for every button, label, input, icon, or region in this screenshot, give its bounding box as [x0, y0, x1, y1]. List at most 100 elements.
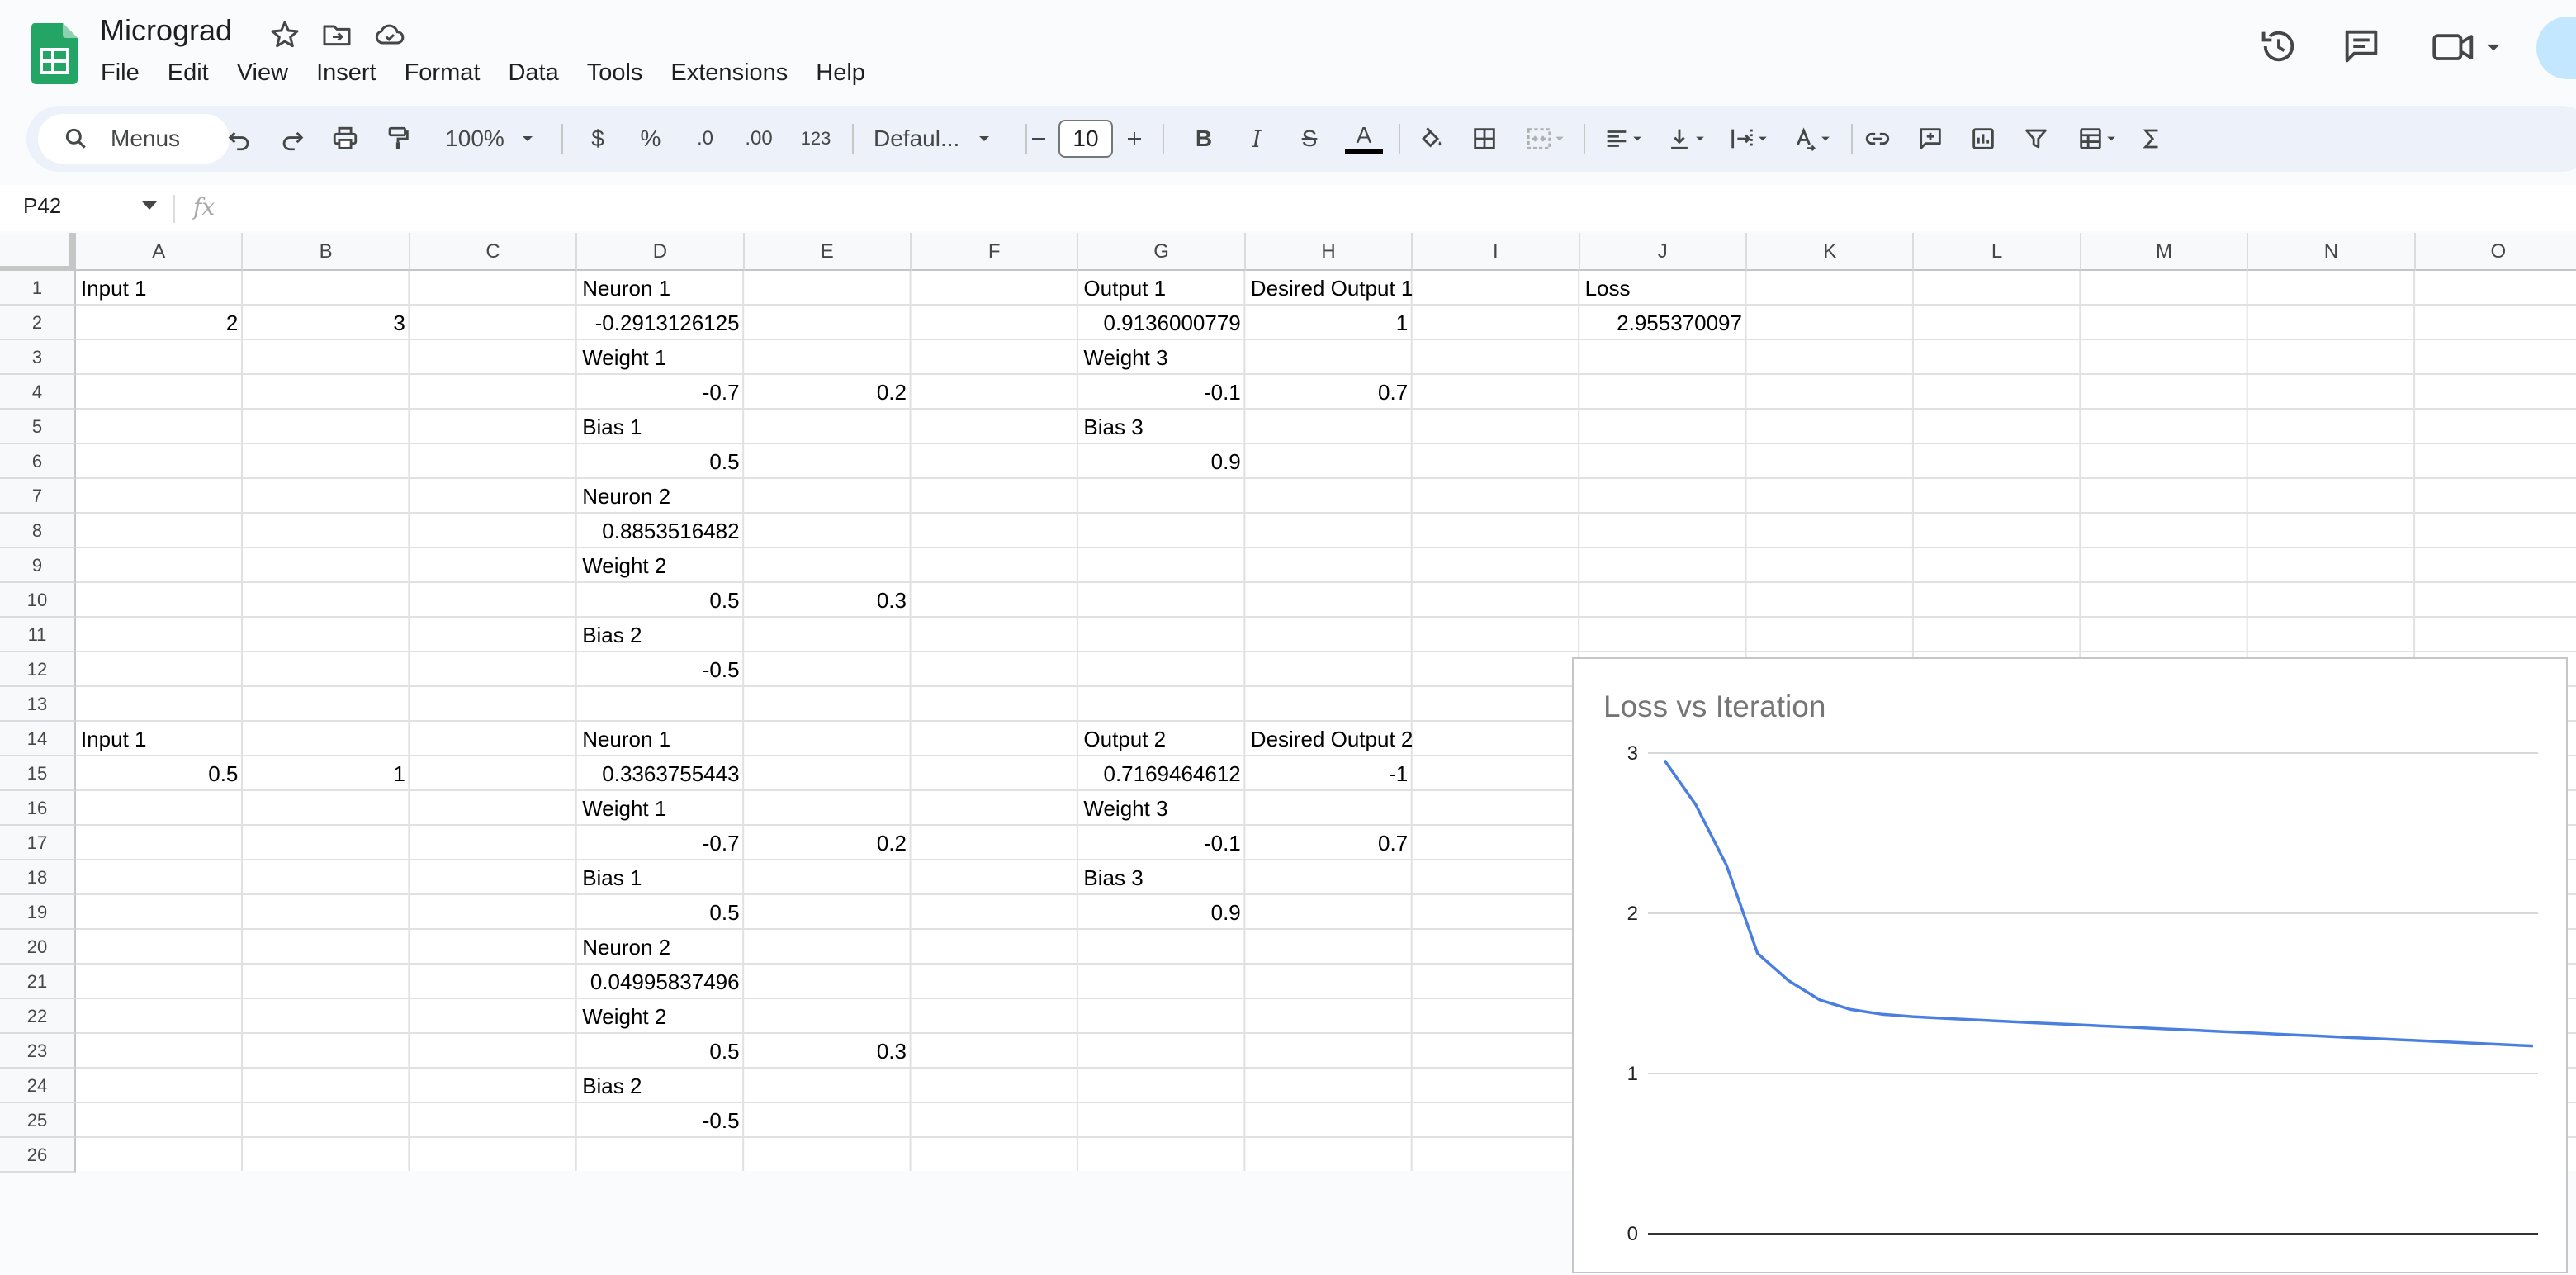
decrease-decimal-button[interactable]: .0 [684, 121, 727, 157]
cell-a1[interactable]: Input 1 [76, 271, 152, 306]
strikethrough-button[interactable]: S [1291, 121, 1328, 157]
number-format-button[interactable]: 123 [791, 121, 841, 157]
cell-j2[interactable]: 2.955370097 [1580, 306, 1747, 340]
cell-d25[interactable]: -0.5 [577, 1103, 744, 1138]
menu-insert[interactable]: Insert [302, 55, 391, 92]
currency-format-button[interactable]: $ [580, 121, 616, 157]
column-header-m[interactable]: M [2081, 233, 2249, 271]
vertical-align-button[interactable] [1658, 121, 1714, 157]
cell-d22[interactable]: Weight 2 [577, 999, 671, 1034]
cell-d16[interactable]: Weight 1 [577, 791, 671, 826]
cell-d3[interactable]: Weight 1 [577, 340, 671, 375]
meet-video-icon[interactable] [2431, 25, 2505, 68]
column-header-f[interactable]: F [912, 233, 1079, 271]
cell-d5[interactable]: Bias 1 [577, 410, 646, 444]
cell-d14[interactable]: Neuron 1 [577, 722, 675, 756]
decrease-font-size-button[interactable] [1025, 121, 1052, 157]
increase-font-size-button[interactable] [1121, 121, 1148, 157]
undo-button[interactable] [221, 121, 258, 157]
cell-d21[interactable]: 0.04995837496 [577, 965, 744, 999]
row-header-26[interactable]: 26 [0, 1138, 76, 1173]
menu-view[interactable]: View [223, 55, 302, 92]
text-rotation-button[interactable] [1783, 121, 1840, 157]
cell-d24[interactable]: Bias 2 [577, 1069, 646, 1103]
menu-format[interactable]: Format [391, 55, 495, 92]
row-header-23[interactable]: 23 [0, 1034, 76, 1069]
cell-g2[interactable]: 0.9136000779 [1078, 306, 1245, 340]
cell-h15[interactable]: -1 [1246, 756, 1413, 791]
cell-d1[interactable]: Neuron 1 [577, 271, 675, 306]
borders-button[interactable] [1466, 121, 1503, 157]
row-header-20[interactable]: 20 [0, 930, 76, 965]
column-header-g[interactable]: G [1078, 233, 1246, 271]
column-header-l[interactable]: L [1914, 233, 2081, 271]
row-header-16[interactable]: 16 [0, 791, 76, 826]
horizontal-align-button[interactable] [1595, 121, 1651, 157]
menu-tools[interactable]: Tools [573, 55, 657, 92]
cell-d4[interactable]: -0.7 [577, 375, 744, 410]
cell-g18[interactable]: Bias 3 [1078, 860, 1148, 895]
row-header-9[interactable]: 9 [0, 548, 76, 583]
column-header-e[interactable]: E [744, 233, 912, 271]
text-wrapping-button[interactable] [1721, 121, 1777, 157]
cell-b2[interactable]: 3 [243, 306, 410, 340]
row-header-7[interactable]: 7 [0, 479, 76, 514]
cell-g3[interactable]: Weight 3 [1078, 340, 1172, 375]
cell-d18[interactable]: Bias 1 [577, 860, 646, 895]
insert-chart-button[interactable] [1965, 121, 2001, 157]
spreadsheet-grid[interactable]: Input 1 Neuron 1 Output 1 Desired Output 1 L… [0, 233, 2576, 1273]
row-header-3[interactable]: 3 [0, 340, 76, 375]
row-header-12[interactable]: 12 [0, 652, 76, 687]
cell-g6[interactable]: 0.9 [1078, 444, 1245, 479]
cell-j1[interactable]: Loss [1580, 271, 1636, 306]
cell-a2[interactable]: 2 [76, 306, 243, 340]
column-header-o[interactable]: O [2415, 233, 2576, 271]
share-button[interactable] [2536, 17, 2576, 79]
menu-edit[interactable]: Edit [154, 55, 223, 92]
row-header-14[interactable]: 14 [0, 722, 76, 756]
column-header-k[interactable]: K [1747, 233, 1915, 271]
fill-color-button[interactable] [1413, 121, 1450, 157]
functions-button[interactable] [2133, 121, 2170, 157]
cell-g16[interactable]: Weight 3 [1078, 791, 1172, 826]
move-folder-icon[interactable] [320, 18, 353, 51]
column-header-n[interactable]: N [2248, 233, 2416, 271]
italic-button[interactable]: I [1238, 121, 1275, 157]
row-header-4[interactable]: 4 [0, 375, 76, 410]
row-header-19[interactable]: 19 [0, 895, 76, 930]
row-header-6[interactable]: 6 [0, 444, 76, 479]
cell-h2[interactable]: 1 [1246, 306, 1413, 340]
cell-e17[interactable]: 0.2 [745, 826, 912, 860]
cell-d12[interactable]: -0.5 [577, 652, 744, 687]
loss-chart[interactable]: Loss vs Iteration 0 1 2 3 [1572, 657, 2568, 1273]
menu-data[interactable]: Data [494, 55, 572, 92]
row-header-15[interactable]: 15 [0, 756, 76, 791]
row-header-10[interactable]: 10 [0, 583, 76, 618]
column-header-a[interactable]: A [76, 233, 244, 271]
cell-d15[interactable]: 0.3363755443 [577, 756, 744, 791]
cell-d20[interactable]: Neuron 2 [577, 930, 675, 965]
print-button[interactable] [327, 121, 363, 157]
row-header-21[interactable]: 21 [0, 965, 76, 999]
cell-d23[interactable]: 0.5 [577, 1034, 744, 1069]
text-color-button[interactable]: A [1342, 117, 1385, 159]
document-title[interactable]: Micrograd [100, 13, 232, 48]
row-header-18[interactable]: 18 [0, 860, 76, 895]
create-filter-button[interactable] [2018, 121, 2054, 157]
menu-extensions[interactable]: Extensions [656, 55, 802, 92]
row-header-8[interactable]: 8 [0, 514, 76, 548]
bold-button[interactable]: B [1186, 121, 1222, 157]
menu-file[interactable]: File [87, 55, 154, 92]
search-menus-button[interactable]: Menus [38, 114, 230, 164]
row-header-13[interactable]: 13 [0, 687, 76, 722]
merge-cells-button[interactable] [1519, 121, 1572, 157]
font-family-select[interactable]: Defaul... [860, 121, 1022, 157]
cell-d6[interactable]: 0.5 [577, 444, 744, 479]
row-header-22[interactable]: 22 [0, 999, 76, 1034]
column-header-c[interactable]: C [410, 233, 578, 271]
row-header-17[interactable]: 17 [0, 826, 76, 860]
menu-help[interactable]: Help [802, 55, 879, 92]
table-button[interactable] [2069, 121, 2125, 157]
cell-g19[interactable]: 0.9 [1078, 895, 1245, 930]
row-header-25[interactable]: 25 [0, 1103, 76, 1138]
